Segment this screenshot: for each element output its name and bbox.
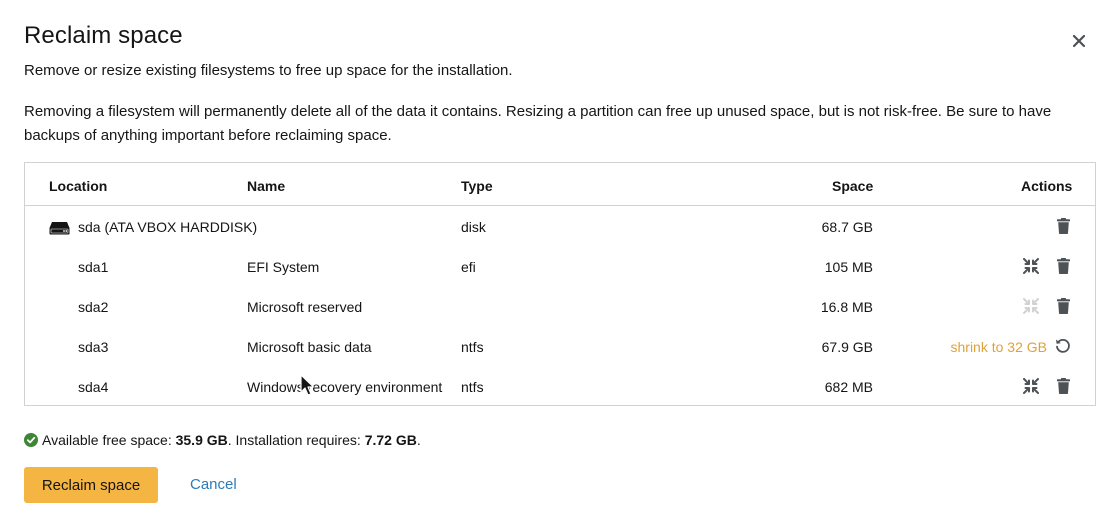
dialog-title: Reclaim space bbox=[24, 22, 183, 49]
dialog-warning: Removing a filesystem will permanently d… bbox=[24, 103, 1052, 144]
table-row: sda4 Windows recovery environment ntfs 6… bbox=[25, 367, 1095, 407]
table-row: sda3 Microsoft basic data ntfs 67.9 GB s… bbox=[25, 327, 1095, 367]
row-space: 105 MB bbox=[824, 259, 873, 275]
close-icon bbox=[1073, 35, 1085, 47]
row-space: 682 MB bbox=[824, 379, 873, 395]
check-circle-icon bbox=[24, 433, 38, 447]
column-header-space: Space bbox=[832, 178, 874, 194]
reclaim-space-dialog: Reclaim space Remove or resize existing … bbox=[0, 0, 1120, 527]
shrink-target-label: shrink to 32 GB bbox=[950, 339, 1048, 355]
shrink-button[interactable] bbox=[1022, 257, 1040, 275]
row-space: 67.9 GB bbox=[821, 339, 873, 355]
row-type: efi bbox=[461, 259, 476, 275]
trash-icon bbox=[1056, 258, 1070, 274]
trash-icon bbox=[1056, 378, 1070, 394]
delete-button[interactable] bbox=[1054, 257, 1072, 275]
table-header: Location Name Type Space Actions bbox=[25, 163, 1095, 206]
dialog-description: Remove or resize existing filesystems to… bbox=[24, 62, 513, 79]
row-location: sda3 bbox=[78, 339, 109, 355]
row-space: 16.8 MB bbox=[820, 299, 873, 315]
undo-icon bbox=[1056, 338, 1070, 353]
column-header-location: Location bbox=[49, 178, 108, 194]
compress-icon bbox=[1023, 298, 1039, 314]
free-space-status: Available free space: 35.9 GB. Installat… bbox=[24, 432, 421, 448]
table-row: sda (ATA VBOX HARDDISK) disk 68.7 GB bbox=[25, 207, 1095, 247]
column-header-type: Type bbox=[461, 178, 493, 194]
row-location: sda4 bbox=[78, 379, 109, 395]
row-name: Microsoft reserved bbox=[247, 299, 363, 315]
close-button[interactable] bbox=[1068, 30, 1090, 52]
status-end: . bbox=[416, 432, 421, 448]
requires-label: . Installation requires: bbox=[227, 432, 361, 448]
requires-value: 7.72 GB bbox=[364, 432, 417, 448]
mouse-cursor-icon bbox=[300, 374, 314, 396]
cancel-button[interactable]: Cancel bbox=[190, 476, 237, 493]
column-header-name: Name bbox=[247, 178, 286, 194]
delete-button[interactable] bbox=[1054, 297, 1072, 315]
filesystems-table: Location Name Type Space Actions sda (AT… bbox=[24, 162, 1096, 406]
table-row: sda2 Microsoft reserved 16.8 MB bbox=[25, 287, 1095, 327]
harddisk-icon bbox=[49, 222, 70, 235]
available-label: Available free space: bbox=[42, 432, 172, 448]
row-location: sda2 bbox=[78, 299, 109, 315]
compress-icon bbox=[1023, 378, 1039, 394]
row-name: Microsoft basic data bbox=[247, 339, 372, 355]
row-type: ntfs bbox=[461, 379, 484, 395]
row-type: disk bbox=[461, 219, 486, 235]
row-name: EFI System bbox=[247, 259, 320, 275]
delete-button[interactable] bbox=[1054, 377, 1072, 395]
row-name: Windows recovery environment bbox=[247, 379, 443, 395]
shrink-button-disabled bbox=[1022, 297, 1040, 315]
undo-button[interactable] bbox=[1054, 337, 1072, 355]
reclaim-space-button[interactable]: Reclaim space bbox=[24, 467, 158, 503]
row-type: ntfs bbox=[461, 339, 484, 355]
trash-icon bbox=[1056, 298, 1070, 314]
row-location: sda (ATA VBOX HARDDISK) bbox=[78, 219, 258, 235]
table-row: sda1 EFI System efi 105 MB bbox=[25, 247, 1095, 287]
trash-icon bbox=[1056, 218, 1070, 234]
column-header-actions: Actions bbox=[1021, 178, 1073, 194]
available-value: 35.9 GB bbox=[175, 432, 228, 448]
compress-icon bbox=[1023, 258, 1039, 274]
delete-button[interactable] bbox=[1054, 217, 1072, 235]
shrink-button[interactable] bbox=[1022, 377, 1040, 395]
row-space: 68.7 GB bbox=[821, 219, 873, 235]
row-location: sda1 bbox=[78, 259, 109, 275]
